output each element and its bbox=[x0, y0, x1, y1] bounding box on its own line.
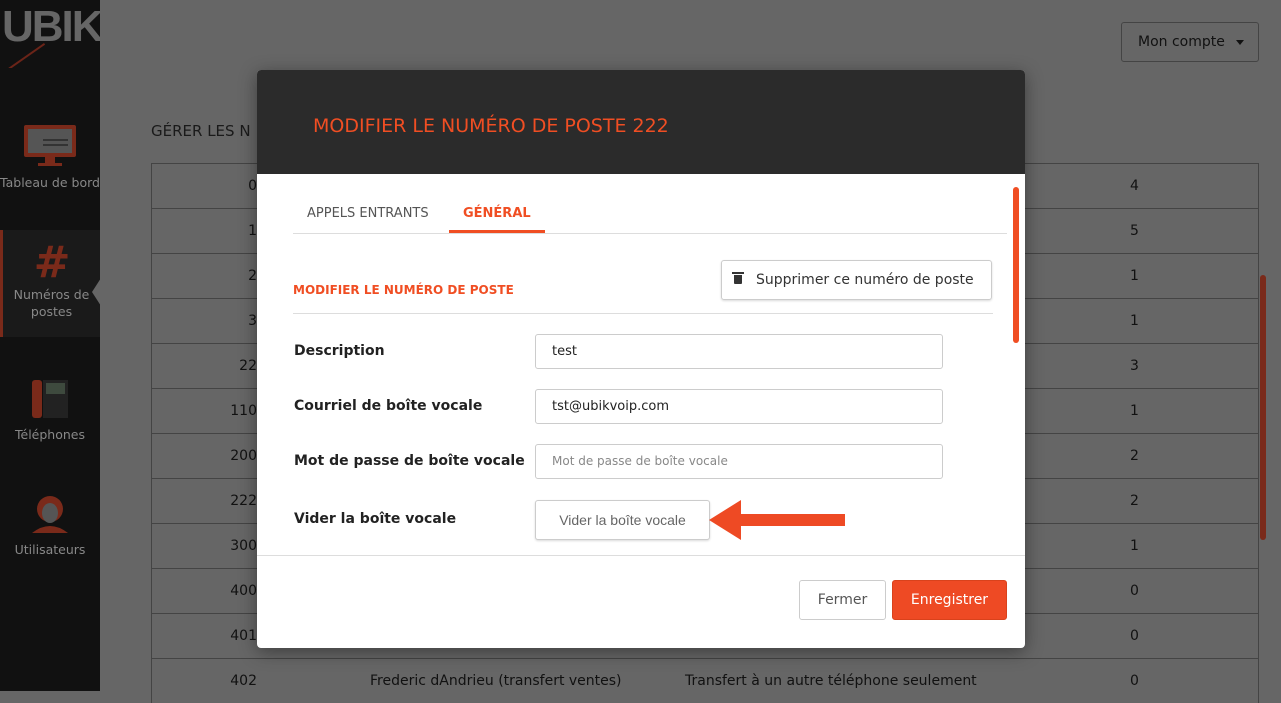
voicemail-password-label: Mot de passe de boîte vocale bbox=[294, 453, 525, 469]
table-cell: 1 bbox=[1130, 268, 1139, 284]
user-icon bbox=[32, 496, 68, 533]
table-cell: 1 bbox=[1130, 538, 1139, 554]
table-cell: 5 bbox=[1130, 223, 1139, 239]
table-cell: Frederic dAndrieu (transfert ventes) bbox=[370, 673, 622, 689]
edit-extension-modal: MODIFIER LE NUMÉRO DE POSTE 222 APPELS E… bbox=[257, 70, 1025, 648]
table-cell: 401 bbox=[230, 628, 257, 644]
svg-text:#: # bbox=[33, 244, 70, 280]
voicemail-email-input[interactable] bbox=[535, 389, 943, 424]
voicemail-password-input[interactable] bbox=[535, 444, 943, 479]
table-cell: 110 bbox=[230, 403, 257, 419]
sidebar: UBIK Tableau de bord # Numéros de postes… bbox=[0, 0, 101, 691]
table-cell: 402 bbox=[230, 673, 257, 689]
section-title: MODIFIER LE NUMÉRO DE POSTE bbox=[293, 283, 514, 297]
table-cell: 1 bbox=[1130, 313, 1139, 329]
clear-voicemail-button[interactable]: Vider la boîte vocale bbox=[535, 500, 710, 540]
table-cell: 22 bbox=[239, 358, 257, 374]
table-cell: 0 bbox=[248, 178, 257, 194]
modal-scrollbar[interactable] bbox=[1013, 187, 1019, 343]
table-cell: 3 bbox=[248, 313, 257, 329]
desk-phone-icon bbox=[32, 380, 68, 418]
sidebar-item-label: Tableau de bord bbox=[0, 175, 100, 190]
tab-incoming-calls[interactable]: APPELS ENTRANTS bbox=[307, 206, 429, 221]
page-scrollbar[interactable] bbox=[1260, 275, 1266, 540]
monitor-phone-icon bbox=[24, 125, 76, 166]
delete-extension-button[interactable]: Supprimer ce numéro de poste bbox=[721, 260, 992, 300]
description-label: Description bbox=[294, 343, 385, 359]
table-cell: 400 bbox=[230, 583, 257, 599]
sidebar-item-label: Utilisateurs bbox=[14, 542, 86, 557]
arrow-left-icon bbox=[709, 500, 845, 540]
active-caret bbox=[92, 278, 101, 306]
hash-icon: # bbox=[33, 244, 70, 280]
table-cell: 3 bbox=[1130, 358, 1139, 374]
logo: UBIK bbox=[0, 0, 100, 68]
table-cell: 0 bbox=[1130, 583, 1139, 599]
sidebar-item-dashboard[interactable]: Tableau de bord bbox=[0, 124, 100, 191]
table-cell: 2 bbox=[1130, 493, 1139, 509]
sidebar-item-phones[interactable]: Téléphones bbox=[0, 380, 100, 443]
table-cell: 0 bbox=[1130, 673, 1139, 689]
delete-label: Supprimer ce numéro de poste bbox=[756, 272, 974, 288]
sidebar-item-extensions[interactable]: # Numéros de postes bbox=[0, 230, 100, 337]
save-button[interactable]: Enregistrer bbox=[892, 580, 1007, 620]
sidebar-item-label: Téléphones bbox=[15, 427, 85, 442]
clear-voicemail-label: Vider la boîte vocale bbox=[294, 511, 457, 527]
table-cell: 2 bbox=[248, 268, 257, 284]
table-cell: 4 bbox=[1130, 178, 1139, 194]
modal-title: MODIFIER LE NUMÉRO DE POSTE 222 bbox=[257, 70, 1025, 174]
sidebar-item-label: Numéros de postes bbox=[13, 287, 90, 319]
description-input[interactable] bbox=[535, 334, 943, 369]
divider bbox=[293, 313, 993, 314]
table-cell: 0 bbox=[1130, 628, 1139, 644]
tab-general[interactable]: GÉNÉRAL bbox=[449, 206, 545, 233]
table-cell: 1 bbox=[248, 223, 257, 239]
table-cell: 1 bbox=[1130, 403, 1139, 419]
table-cell: Transfert à un autre téléphone seulement bbox=[685, 673, 977, 689]
account-dropdown[interactable]: Mon compte bbox=[1121, 22, 1259, 62]
table-row[interactable]: 402 Frederic dAndrieu (transfert ventes) T… bbox=[152, 658, 1258, 703]
page-title: GÉRER LES N bbox=[151, 122, 251, 140]
voicemail-email-label: Courriel de boîte vocale bbox=[294, 398, 483, 414]
modal-tabs: APPELS ENTRANTS GÉNÉRAL bbox=[293, 198, 1007, 234]
trash-icon bbox=[732, 272, 744, 284]
close-button[interactable]: Fermer bbox=[799, 580, 886, 620]
table-cell: 2 bbox=[1130, 448, 1139, 464]
table-cell: 300 bbox=[230, 538, 257, 554]
table-cell: 200 bbox=[230, 448, 257, 464]
sidebar-item-users[interactable]: Utilisateurs bbox=[0, 495, 100, 558]
table-cell: 222 bbox=[230, 493, 257, 509]
